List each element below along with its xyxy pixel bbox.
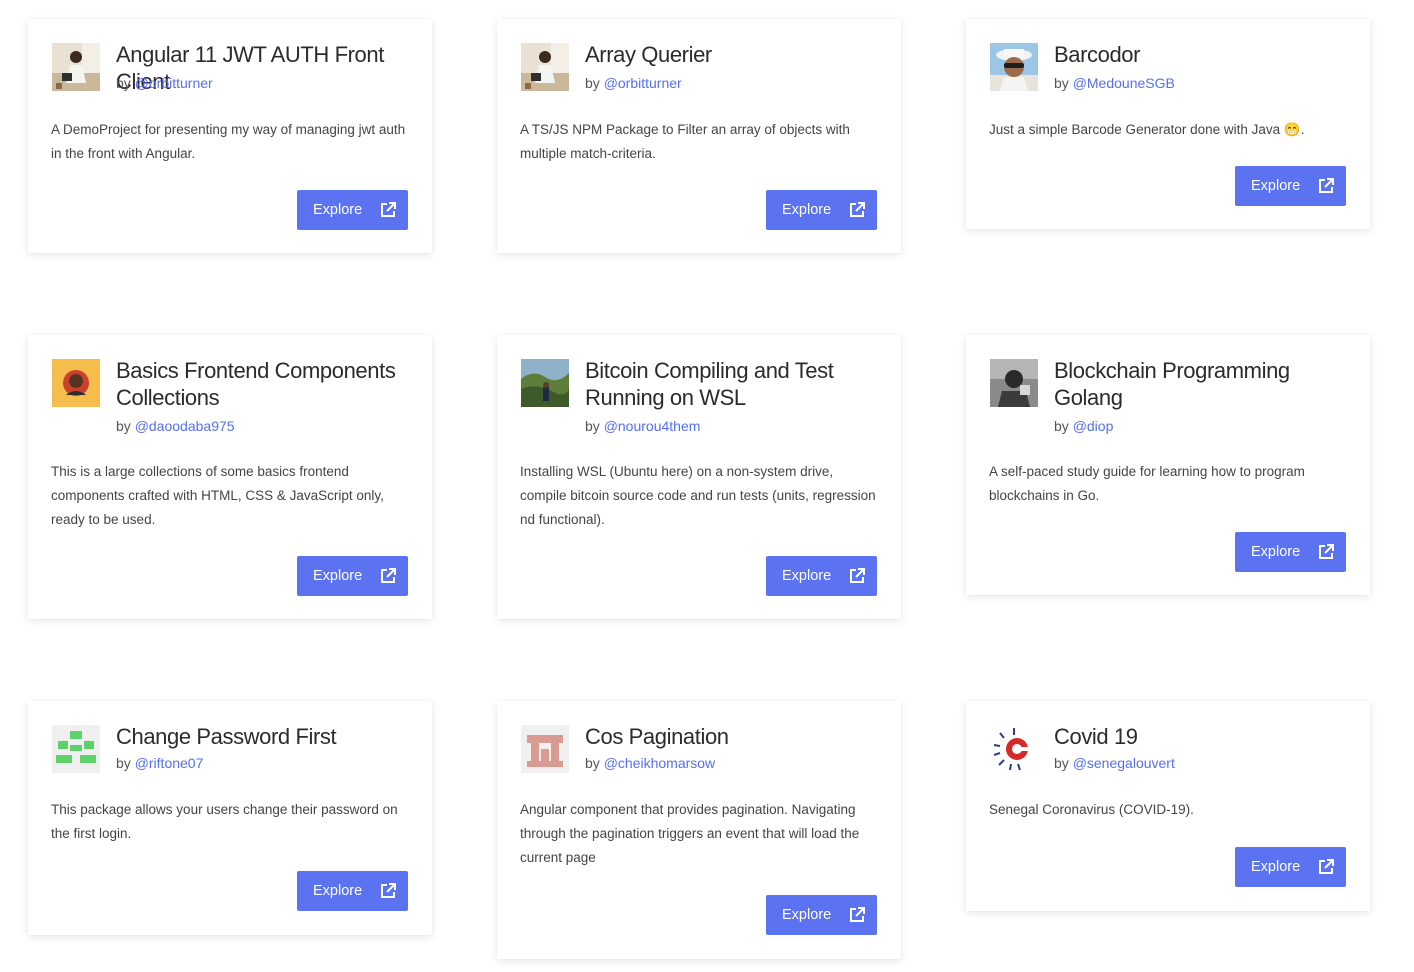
card-byline: by @riftone07: [116, 755, 203, 771]
explore-button[interactable]: Explore: [1235, 847, 1346, 887]
card-byline: by @diop: [1054, 418, 1113, 434]
explore-label: Explore: [313, 883, 363, 899]
explore-button[interactable]: Explore: [297, 190, 408, 230]
project-card-covid-19: Covid 19 by @senegalouvert Senegal Coron…: [966, 701, 1370, 911]
explore-label: Explore: [782, 568, 832, 584]
card-title: Barcodor: [1054, 42, 1141, 67]
card-byline: by @orbitturner: [585, 75, 682, 91]
author-handle-link[interactable]: @nourou4them: [604, 418, 701, 434]
external-link-icon: [381, 568, 396, 583]
explore-label: Explore: [313, 202, 363, 218]
explore-label: Explore: [1251, 859, 1301, 875]
external-link-icon: [381, 202, 396, 217]
card-title: Cos Pagination: [585, 724, 729, 749]
author-avatar: [990, 359, 1038, 407]
card-description: Senegal Coronavirus (COVID-19).: [989, 802, 1194, 817]
explore-button[interactable]: Explore: [297, 556, 408, 596]
author-handle-link[interactable]: @orbitturner: [135, 75, 213, 91]
project-card-change-password: Change Password First by @riftone07 This…: [28, 701, 432, 935]
card-byline: by @senegalouvert: [1054, 755, 1175, 771]
card-description: A DemoProject for presenting my way of m…: [51, 122, 406, 161]
author-handle-link[interactable]: @MedouneSGB: [1073, 75, 1175, 91]
project-card-barcodor: Barcodor by @MedouneSGB Just a simple Ba…: [966, 19, 1370, 229]
card-description: A self-paced study guide for learning ho…: [989, 464, 1305, 503]
card-description: This package allows your users change th…: [51, 802, 398, 841]
card-description: Installing WSL (Ubuntu here) on a non-sy…: [520, 464, 876, 527]
author-avatar: [521, 359, 569, 407]
card-byline: by @cheikhomarsow: [585, 755, 715, 771]
card-byline: by @MedouneSGB: [1054, 75, 1175, 91]
author-avatar: [521, 725, 569, 773]
card-description: Just a simple Barcode Generator done wit…: [989, 122, 1305, 137]
explore-label: Explore: [1251, 544, 1301, 560]
project-card-cos-pagination: Cos Pagination by @cheikhomarsow Angular…: [497, 701, 901, 959]
byline-prefix: by: [585, 75, 600, 91]
explore-label: Explore: [1251, 178, 1301, 194]
project-card-blockchain-golang: Blockchain Programming Golang by @diop A…: [966, 335, 1370, 595]
external-link-icon: [381, 883, 396, 898]
author-handle-link[interactable]: @senegalouvert: [1073, 755, 1175, 771]
author-avatar: [990, 725, 1038, 773]
byline-prefix: by: [116, 755, 131, 771]
explore-label: Explore: [782, 202, 832, 218]
author-handle-link[interactable]: @cheikhomarsow: [604, 755, 715, 771]
card-title: Bitcoin Compiling and Test Running on WS…: [585, 358, 834, 410]
project-card-bitcoin-wsl: Bitcoin Compiling and Test Running on WS…: [497, 335, 901, 619]
byline-prefix: by: [1054, 755, 1069, 771]
external-link-icon: [850, 907, 865, 922]
card-description: A TS/JS NPM Package to Filter an array o…: [520, 122, 850, 161]
explore-button[interactable]: Explore: [1235, 166, 1346, 206]
card-description: This is a large collections of some basi…: [51, 464, 384, 527]
author-avatar: [52, 359, 100, 407]
byline-prefix: by: [116, 418, 131, 434]
byline-prefix: by: [585, 755, 600, 771]
author-handle-link[interactable]: @orbitturner: [604, 75, 682, 91]
card-title: Blockchain Programming Golang: [1054, 358, 1290, 410]
project-card-basics-frontend: Basics Frontend Components Collections b…: [28, 335, 432, 619]
author-handle-link[interactable]: @daoodaba975: [135, 418, 235, 434]
author-avatar: [52, 725, 100, 773]
explore-button[interactable]: Explore: [1235, 532, 1346, 572]
card-byline: by @daoodaba975: [116, 418, 235, 434]
project-card-array-querier: Array Querier by @orbitturner A TS/JS NP…: [497, 19, 901, 253]
author-handle-link[interactable]: @riftone07: [135, 755, 204, 771]
explore-button[interactable]: Explore: [766, 556, 877, 596]
external-link-icon: [1319, 859, 1334, 874]
byline-prefix: by: [585, 418, 600, 434]
project-card-angular-jwt: Angular 11 JWT AUTH Front Client by @orb…: [28, 19, 432, 253]
external-link-icon: [850, 568, 865, 583]
byline-prefix: by: [1054, 418, 1069, 434]
card-byline: by @orbitturner: [116, 75, 213, 91]
external-link-icon: [850, 202, 865, 217]
card-title: Covid 19: [1054, 724, 1138, 749]
card-title: Change Password First: [116, 724, 337, 749]
external-link-icon: [1319, 178, 1334, 193]
card-title: Basics Frontend Components Collections: [116, 358, 396, 410]
explore-button[interactable]: Explore: [766, 895, 877, 935]
author-avatar: [990, 43, 1038, 91]
byline-prefix: by: [116, 75, 131, 91]
author-avatar: [521, 43, 569, 91]
byline-prefix: by: [1054, 75, 1069, 91]
explore-label: Explore: [782, 907, 832, 923]
external-link-icon: [1319, 544, 1334, 559]
explore-button[interactable]: Explore: [766, 190, 877, 230]
author-handle-link[interactable]: @diop: [1073, 418, 1114, 434]
card-byline: by @nourou4them: [585, 418, 700, 434]
author-avatar: [52, 43, 100, 91]
card-description: Angular component that provides paginati…: [520, 802, 860, 865]
card-title: Array Querier: [585, 42, 712, 67]
explore-button[interactable]: Explore: [297, 871, 408, 911]
explore-label: Explore: [313, 568, 363, 584]
